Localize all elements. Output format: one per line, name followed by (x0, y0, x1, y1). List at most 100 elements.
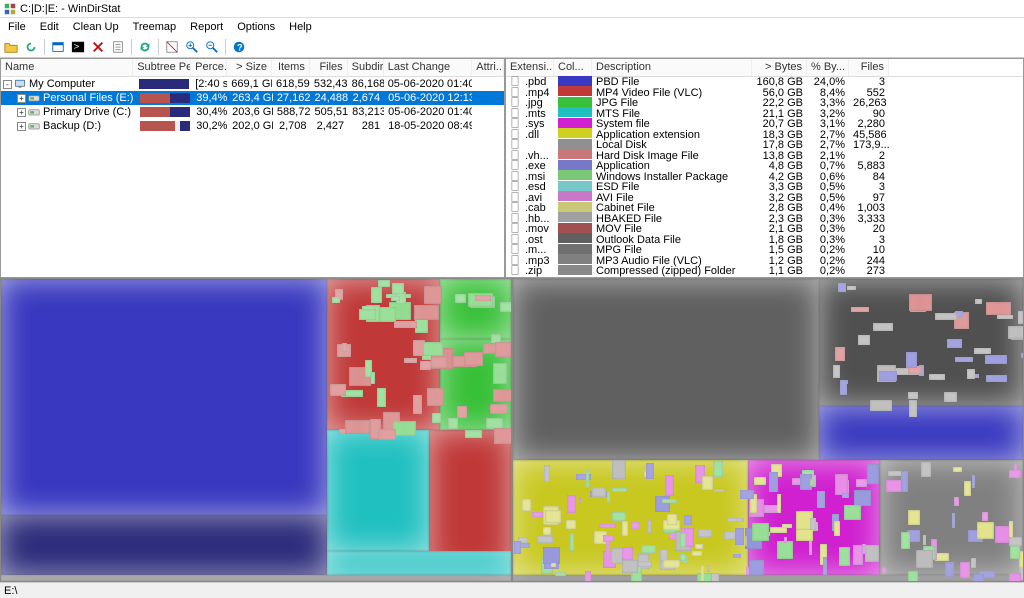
treemap-cell[interactable] (873, 323, 894, 331)
treemap-cell[interactable] (810, 518, 816, 530)
treemap-cell[interactable] (908, 571, 918, 581)
delete-button[interactable] (89, 38, 107, 56)
ext-header[interactable]: Description (592, 59, 752, 76)
treemap-cell[interactable] (840, 380, 847, 395)
treemap-cell[interactable] (646, 463, 654, 479)
treemap-cell[interactable] (835, 474, 849, 494)
treemap-cell[interactable] (906, 352, 917, 367)
treemap-cell[interactable] (494, 428, 511, 444)
treemap-left[interactable] (1, 279, 511, 581)
menu-options[interactable]: Options (231, 20, 281, 34)
treemap-cell[interactable] (809, 539, 813, 556)
treemap-cell[interactable] (745, 536, 748, 546)
treemap-cell[interactable] (777, 494, 781, 513)
treemap-cell[interactable] (622, 547, 633, 560)
treemap-cell[interactable] (769, 472, 777, 491)
treemap-cell[interactable] (495, 342, 511, 357)
refresh-button[interactable] (22, 38, 40, 56)
zoom-in-button[interactable] (183, 38, 201, 56)
treemap-cell[interactable] (972, 475, 976, 489)
treemap-cell[interactable] (665, 475, 674, 496)
treemap-area[interactable] (0, 278, 1024, 582)
treemap-right[interactable] (513, 279, 1023, 581)
treemap-cell[interactable] (431, 357, 447, 368)
treemap-cell[interactable] (707, 565, 710, 572)
treemap-cell[interactable] (1, 279, 327, 515)
treemap-cell[interactable] (631, 522, 639, 529)
treemap-cell[interactable] (585, 571, 590, 581)
treemap-cell[interactable] (423, 342, 443, 356)
treemap-cell[interactable] (667, 514, 678, 525)
treemap-cell[interactable] (522, 499, 531, 510)
dir-row[interactable]: +Primary Drive (C:)30,4%203,6 GB588,7295… (1, 105, 504, 119)
treemap-cell[interactable] (1009, 573, 1021, 581)
treemap-cell[interactable] (713, 489, 725, 492)
treemap-cell[interactable] (735, 528, 744, 545)
dir-header[interactable]: Last Change (384, 59, 473, 76)
treemap-cell[interactable] (701, 565, 705, 581)
zoom-out-button[interactable] (203, 38, 221, 56)
treemap-cell[interactable] (475, 295, 491, 300)
treemap-cell[interactable] (662, 499, 677, 503)
treemap-cell[interactable] (663, 560, 680, 568)
expand-icon[interactable]: + (17, 108, 26, 117)
treemap-cell[interactable] (870, 400, 892, 411)
treemap-cell[interactable] (378, 280, 390, 287)
treemap-cell[interactable] (839, 547, 850, 566)
treemap-cell[interactable] (413, 395, 423, 414)
treemap-cell[interactable] (955, 357, 973, 362)
refresh-all-button[interactable] (136, 38, 154, 56)
treemap-cell[interactable] (770, 527, 787, 533)
treemap-cell[interactable] (359, 309, 376, 320)
treemap-cell[interactable] (603, 535, 614, 542)
extension-list-pane[interactable]: Extensi...Col...Description> Bytes% By..… (505, 58, 1024, 278)
dir-header[interactable]: > Size (227, 59, 272, 76)
treemap-cell[interactable] (493, 363, 508, 384)
treemap-cell[interactable] (1008, 326, 1023, 339)
treemap-cell[interactable] (680, 533, 686, 547)
treemap-cell[interactable] (908, 392, 918, 399)
dir-header[interactable]: Subdirs (348, 59, 384, 76)
treemap-cell[interactable] (414, 305, 438, 320)
treemap-cell[interactable] (692, 551, 701, 556)
treemap-cell[interactable] (612, 460, 625, 479)
treemap-cell[interactable] (579, 498, 582, 504)
treemap-cell[interactable] (641, 545, 656, 553)
treemap-cell[interactable] (977, 522, 994, 539)
treemap-cell[interactable] (695, 544, 703, 548)
treemap-cell[interactable] (754, 477, 767, 485)
treemap-cell[interactable] (427, 388, 444, 406)
treemap-cell[interactable] (702, 476, 714, 490)
dir-row[interactable]: +Personal Files (E:)39,4%263,4 GB27,1622… (1, 91, 504, 105)
dir-header[interactable]: Attri... (472, 59, 504, 76)
treemap-cell[interactable] (842, 493, 848, 498)
treemap-cell[interactable] (680, 554, 686, 561)
treemap-cell[interactable] (490, 404, 507, 414)
open-button[interactable] (2, 38, 20, 56)
treemap-cell[interactable] (493, 389, 511, 402)
menu-file[interactable]: File (2, 20, 32, 34)
ext-header[interactable]: > Bytes (752, 59, 807, 76)
treemap-cell[interactable] (974, 348, 991, 354)
menu-edit[interactable]: Edit (34, 20, 65, 34)
treemap-cell[interactable] (847, 286, 856, 290)
directory-list-pane[interactable]: NameSubtree Percent...Perce...> SizeItem… (0, 58, 505, 278)
ext-header[interactable]: % By... (807, 59, 849, 76)
expand-icon[interactable]: + (17, 122, 26, 131)
treemap-cell[interactable] (916, 550, 933, 568)
ext-header[interactable]: Files (849, 59, 889, 76)
treemap-cell[interactable] (566, 520, 576, 529)
treemap-cell[interactable] (834, 521, 840, 536)
treemap-cell[interactable] (1, 575, 511, 581)
treemap-cell[interactable] (844, 505, 861, 520)
treemap-cell[interactable] (749, 560, 764, 575)
treemap-cell[interactable] (448, 418, 459, 429)
treemap-cell[interactable] (854, 490, 871, 506)
treemap-cell[interactable] (698, 529, 712, 537)
treemap-cell[interactable] (464, 352, 483, 366)
treemap-cell[interactable] (882, 567, 887, 574)
treemap-cell[interactable] (378, 429, 395, 440)
treemap-cell[interactable] (365, 360, 372, 377)
treemap-cell[interactable] (377, 388, 386, 407)
treemap-cell[interactable] (500, 302, 511, 311)
